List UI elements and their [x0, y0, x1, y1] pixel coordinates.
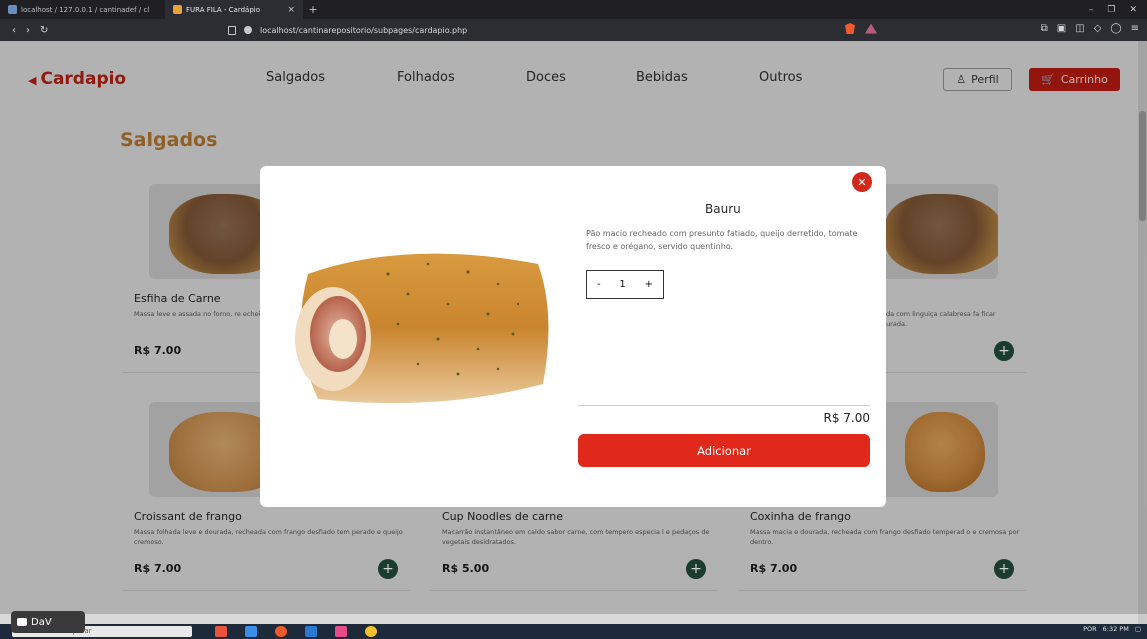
reload-icon[interactable]: ↻ [40, 25, 48, 36]
dav-overlay[interactable]: DaV [11, 611, 85, 633]
quantity-value[interactable]: 1 [619, 279, 625, 290]
decrement-button[interactable]: - [597, 279, 601, 290]
back-icon[interactable]: ‹ [12, 25, 16, 36]
bookmark-icon[interactable] [228, 25, 236, 35]
wallet-icon[interactable]: ◫ [1075, 23, 1084, 34]
increment-button[interactable]: + [645, 279, 653, 290]
chat-icon [17, 618, 27, 626]
modal-price: R$ 7.00 [823, 411, 870, 425]
dav-label: DaV [31, 616, 52, 628]
forward-icon[interactable]: › [26, 25, 30, 36]
taskbar-apps [215, 626, 377, 637]
product-modal: ✕ Bauru Pão macio recheado com presunto … [260, 166, 886, 507]
url-field[interactable]: localhost/cantinarepositorio/subpages/ca… [228, 22, 893, 38]
site-info-icon[interactable] [244, 26, 252, 34]
notifications-icon[interactable]: ▢ [1135, 625, 1141, 633]
app-icon[interactable] [335, 626, 347, 637]
tab-phpmyadmin[interactable]: localhost / 127.0.0.1 / cantinadef / cl [0, 0, 165, 19]
leo-icon[interactable]: ◇ [1094, 23, 1102, 34]
app-icon[interactable] [365, 626, 377, 637]
minimize-icon[interactable]: – [1089, 5, 1094, 15]
close-modal-button[interactable]: ✕ [852, 172, 872, 192]
shield-area [845, 23, 877, 34]
vpn-icon[interactable]: ◯ [1110, 23, 1121, 34]
url-text: localhost/cantinarepositorio/subpages/ca… [260, 25, 468, 35]
app-icon[interactable] [215, 626, 227, 637]
extensions-icon[interactable]: ⧉ [1041, 23, 1048, 34]
bauru-image [295, 253, 549, 404]
modal-divider [578, 405, 870, 406]
brave-rewards-icon[interactable] [865, 23, 877, 34]
app-icon[interactable] [245, 626, 257, 637]
phpmyadmin-icon [8, 5, 17, 14]
tab-title: localhost / 127.0.0.1 / cantinadef / cl [21, 5, 150, 14]
browser-toolbar: ⧉ ▣ ◫ ◇ ◯ ≡ [1041, 23, 1139, 34]
nav-buttons: ‹ › ↻ [0, 25, 230, 36]
close-window-icon[interactable]: ✕ [1129, 5, 1137, 15]
brave-shield-icon[interactable] [845, 23, 855, 34]
windows-taskbar: Pesquisar POR 6:32 PM ▢ [0, 624, 1147, 639]
tray-lang[interactable]: POR [1083, 625, 1097, 633]
tray-clock[interactable]: 6:32 PM [1103, 625, 1129, 633]
menu-icon[interactable]: ≡ [1131, 23, 1139, 34]
modal-product-title: Bauru [705, 202, 741, 216]
vscode-icon[interactable] [305, 626, 317, 637]
modal-product-desc: Pão macio recheado com presunto fatiado,… [586, 229, 858, 251]
browser-tab-bar: localhost / 127.0.0.1 / cantinadef / cl … [0, 0, 1147, 19]
tab-cardapio[interactable]: FURA FILA - Cardápio × [165, 0, 303, 19]
fura-fila-icon [173, 5, 182, 14]
maximize-icon[interactable]: ❐ [1107, 5, 1115, 15]
tab-title: FURA FILA - Cardápio [186, 5, 260, 14]
address-bar: ‹ › ↻ localhost/cantinarepositorio/subpa… [0, 19, 1147, 41]
quantity-stepper: - 1 + [586, 270, 664, 299]
new-tab-icon[interactable]: + [303, 0, 323, 19]
brave-taskbar-icon[interactable] [275, 626, 287, 637]
window-controls: – ❐ ✕ [1089, 0, 1147, 19]
add-to-cart-button[interactable]: Adicionar [578, 434, 870, 467]
system-tray: POR 6:32 PM ▢ [1083, 625, 1141, 633]
close-tab-icon[interactable]: × [287, 5, 295, 15]
sidebar-icon[interactable]: ▣ [1057, 23, 1066, 34]
